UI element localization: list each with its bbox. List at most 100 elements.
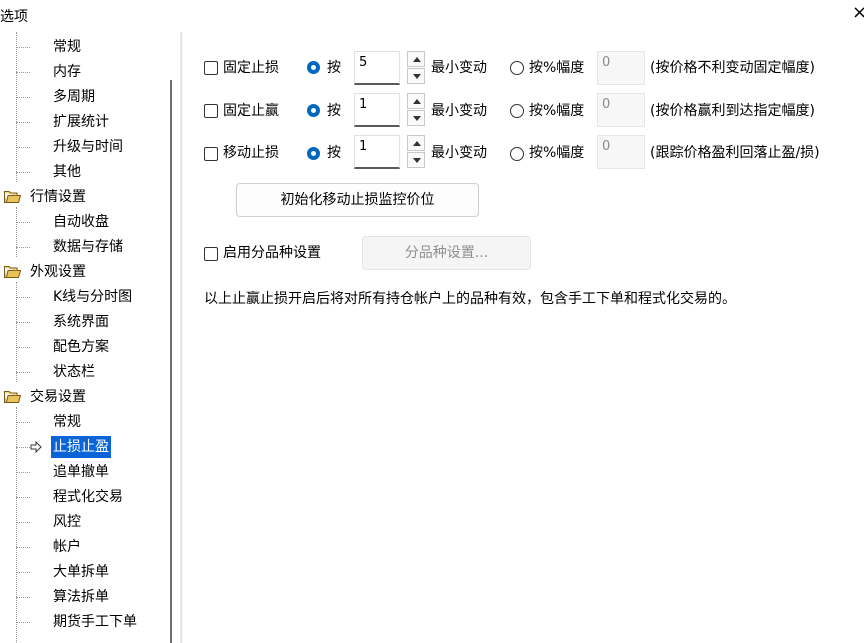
spin-down-icon[interactable] [407, 68, 425, 84]
tree-item-label: 大单拆单 [53, 564, 109, 580]
fixed-take-profit-label: 固定止赢 [223, 103, 279, 119]
tree-item-account[interactable]: 帐户 [0, 536, 170, 558]
trailing-stop-label: 移动止损 [223, 145, 279, 161]
note-text: 以上止赢止损开启后将对所有持仓帐户上的品种有效，包含手工下单和程式化交易的。 [204, 291, 736, 307]
fixed-stop-loss-percent-radio[interactable] [510, 61, 524, 75]
tree-item-label: 常规 [53, 414, 81, 430]
tree-item-large-order-split[interactable]: 大单拆单 [0, 561, 170, 583]
tree-item-label: 状态栏 [53, 364, 95, 380]
unit-label: 最小变动 [431, 145, 487, 161]
tree-item-auto-close[interactable]: 自动收盘 [0, 211, 170, 233]
arrow-pointer-icon [30, 441, 42, 453]
tree-item-system-ui[interactable]: 系统界面 [0, 311, 170, 333]
description-label: (跟踪价格盈利回落止盈/损) [650, 145, 820, 161]
fixed-stop-loss-stepper[interactable] [407, 51, 425, 85]
tree-item-color-scheme[interactable]: 配色方案 [0, 336, 170, 358]
tree-group-trading[interactable]: 交易设置 [0, 386, 170, 408]
tree-item-other[interactable]: 其他 [0, 161, 170, 183]
radio-label: 按%幅度 [529, 145, 585, 161]
close-icon[interactable]: × [852, 4, 864, 22]
tree-item-trade-general[interactable]: 常规 [0, 411, 170, 433]
tree-item-label: 系统界面 [53, 314, 109, 330]
tree-item-program-trading[interactable]: 程式化交易 [0, 486, 170, 508]
unit-label: 最小变动 [431, 60, 487, 76]
tree-item-kline[interactable]: K线与分时图 [0, 286, 170, 308]
fixed-take-profit-value-input[interactable]: 1 [354, 93, 400, 127]
tree-item-label: 风控 [53, 514, 81, 530]
enable-variety-settings-checkbox[interactable] [204, 247, 218, 261]
tree-item-label: 止损止盈 [51, 436, 111, 458]
spin-up-icon[interactable] [407, 93, 425, 109]
tree-item-label: 算法拆单 [53, 589, 109, 605]
description-label: (按价格不利变动固定幅度) [650, 60, 815, 76]
trailing-stop-checkbox[interactable] [204, 147, 218, 161]
tree-item-label: 期货手工下单 [53, 614, 137, 630]
radio-label: 按%幅度 [529, 60, 585, 76]
variety-settings-button[interactable]: 分品种设置... [362, 236, 531, 270]
fixed-take-profit-checkbox[interactable] [204, 104, 218, 118]
folder-icon [4, 266, 21, 278]
tree-group-market[interactable]: 行情设置 [0, 186, 170, 208]
radio-label: 按 [327, 103, 341, 119]
tree-item-risk-control[interactable]: 风控 [0, 511, 170, 533]
tree-item-multi-period[interactable]: 多周期 [0, 86, 170, 108]
tree-item-label: 扩展统计 [53, 114, 109, 130]
tree-item-algo-split[interactable]: 算法拆单 [0, 586, 170, 608]
spin-down-icon[interactable] [407, 152, 425, 168]
radio-label: 按 [327, 145, 341, 161]
spin-up-icon[interactable] [407, 51, 425, 67]
tree-item-label: 常规 [53, 39, 81, 55]
tree-item-label: 程式化交易 [53, 489, 123, 505]
fixed-take-profit-stepper[interactable] [407, 93, 425, 127]
trailing-stop-stepper[interactable] [407, 135, 425, 169]
tree-item-label: 配色方案 [53, 339, 109, 355]
fixed-stop-loss-value-input[interactable]: 5 [354, 51, 400, 85]
folder-icon [4, 191, 21, 203]
trailing-stop-percent-input: 0 [597, 135, 645, 169]
tree-group-label: 交易设置 [30, 389, 86, 405]
tree-scrollbar[interactable] [170, 80, 172, 643]
init-trailing-stop-button[interactable]: 初始化移动止损监控价位 [236, 183, 479, 217]
window-title: 选项 [0, 9, 28, 25]
radio-label: 按%幅度 [529, 103, 585, 119]
tree-item-general[interactable]: 常规 [0, 36, 170, 58]
tree-item-extended-stats[interactable]: 扩展统计 [0, 111, 170, 133]
fixed-stop-loss-by-tick-radio[interactable] [307, 61, 320, 74]
tree-item-label: 数据与存储 [53, 239, 123, 255]
trailing-stop-by-tick-radio[interactable] [307, 147, 320, 160]
tree-group-appearance[interactable]: 外观设置 [0, 261, 170, 283]
tree-item-label: 升级与时间 [53, 139, 123, 155]
tree-item-label: K线与分时图 [53, 289, 133, 305]
trailing-stop-percent-radio[interactable] [510, 147, 524, 161]
tree-item-chase-cancel[interactable]: 追单撤单 [0, 461, 170, 483]
description-label: (按价格赢利到达指定幅度) [650, 103, 815, 119]
folder-icon [4, 391, 21, 403]
options-tree[interactable]: 常规 内存 多周期 扩展统计 升级与时间 其他 行情设置 自动收盘 数据与存储 … [0, 32, 170, 643]
fixed-stop-loss-percent-input: 0 [597, 51, 645, 85]
trailing-stop-value-input[interactable]: 1 [354, 135, 400, 169]
tree-item-memory[interactable]: 内存 [0, 61, 170, 83]
tree-item-label: 多周期 [53, 89, 95, 105]
spin-down-icon[interactable] [407, 110, 425, 126]
title-bar: 选项 × [0, 0, 864, 30]
tree-item-upgrade-time[interactable]: 升级与时间 [0, 136, 170, 158]
tree-item-label: 内存 [53, 64, 81, 80]
tree-item-label: 帐户 [53, 539, 81, 555]
tree-item-label: 追单撤单 [53, 464, 109, 480]
enable-variety-settings-label: 启用分品种设置 [223, 245, 321, 261]
tree-group-label: 行情设置 [30, 189, 86, 205]
radio-label: 按 [327, 60, 341, 76]
tree-item-stop-loss-profit[interactable]: 止损止盈 [0, 436, 170, 458]
spin-up-icon[interactable] [407, 135, 425, 151]
fixed-take-profit-percent-input: 0 [597, 93, 645, 127]
pane-divider-shadow [182, 32, 183, 643]
fixed-take-profit-percent-radio[interactable] [510, 104, 524, 118]
fixed-stop-loss-checkbox[interactable] [204, 61, 218, 75]
tree-item-futures-manual-order[interactable]: 期货手工下单 [0, 611, 170, 633]
tree-item-label: 自动收盘 [53, 214, 109, 230]
tree-item-label: 其他 [53, 164, 81, 180]
tree-item-data-storage[interactable]: 数据与存储 [0, 236, 170, 258]
tree-item-status-bar[interactable]: 状态栏 [0, 361, 170, 383]
fixed-take-profit-by-tick-radio[interactable] [307, 104, 320, 117]
tree-group-label: 外观设置 [30, 264, 86, 280]
